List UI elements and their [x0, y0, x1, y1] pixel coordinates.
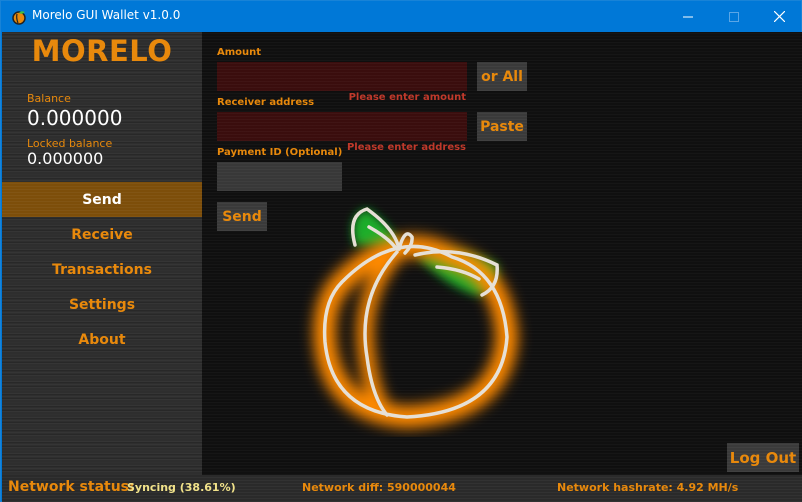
- peach-logo: [313, 207, 519, 429]
- sidebar-item-about[interactable]: About: [2, 322, 202, 357]
- amount-label: Amount: [217, 47, 262, 58]
- amount-input[interactable]: [217, 62, 467, 91]
- network-diff: Network diff: 590000044: [302, 481, 456, 494]
- maximize-button[interactable]: [711, 1, 757, 32]
- minimize-button[interactable]: [665, 1, 711, 32]
- amount-error: Please enter amount: [348, 92, 466, 103]
- close-icon: [773, 11, 785, 22]
- sidebar-item-receive[interactable]: Receive: [2, 217, 202, 252]
- sidebar-item-send[interactable]: Send: [2, 182, 202, 217]
- maximize-icon: [729, 11, 739, 22]
- paste-button[interactable]: Paste: [477, 112, 527, 141]
- sidebar-item-transactions[interactable]: Transactions: [2, 252, 202, 287]
- log-out-button[interactable]: Log Out: [727, 443, 799, 472]
- locked-balance-value: 0.000000: [27, 149, 104, 168]
- peach-app-icon: [12, 11, 26, 25]
- receiver-address-label: Receiver address: [217, 97, 315, 108]
- receiver-address-input[interactable]: [217, 112, 467, 141]
- receiver-address-error: Please enter address: [346, 142, 466, 153]
- network-status-value: Syncing (38.61%): [127, 481, 236, 494]
- title-bar[interactable]: Morelo GUI Wallet v1.0.0: [1, 1, 801, 32]
- balance-label: Balance: [27, 92, 71, 105]
- app-window: Morelo GUI Wallet v1.0.0 MORELO Balance …: [0, 0, 802, 502]
- network-status-label: Network status:: [8, 479, 135, 495]
- balance-value: 0.000000: [27, 106, 123, 130]
- or-all-button[interactable]: or All: [477, 62, 527, 91]
- payment-id-input[interactable]: [217, 162, 342, 191]
- minimize-icon: [683, 16, 693, 17]
- close-button[interactable]: [756, 1, 802, 32]
- client-area: MORELO Balance 0.000000 Locked balance 0…: [2, 32, 802, 502]
- window-title: Morelo GUI Wallet v1.0.0: [32, 8, 181, 22]
- sidebar-item-settings[interactable]: Settings: [2, 287, 202, 322]
- status-bar: Network status: Syncing (38.61%) Network…: [2, 475, 802, 502]
- sidebar: MORELO Balance 0.000000 Locked balance 0…: [2, 32, 202, 475]
- network-hashrate: Network hashrate: 4.92 MH/s: [557, 481, 739, 494]
- morelo-logo: MORELO: [31, 34, 173, 68]
- send-button[interactable]: Send: [217, 202, 267, 231]
- payment-id-label: Payment ID (Optional): [217, 147, 343, 158]
